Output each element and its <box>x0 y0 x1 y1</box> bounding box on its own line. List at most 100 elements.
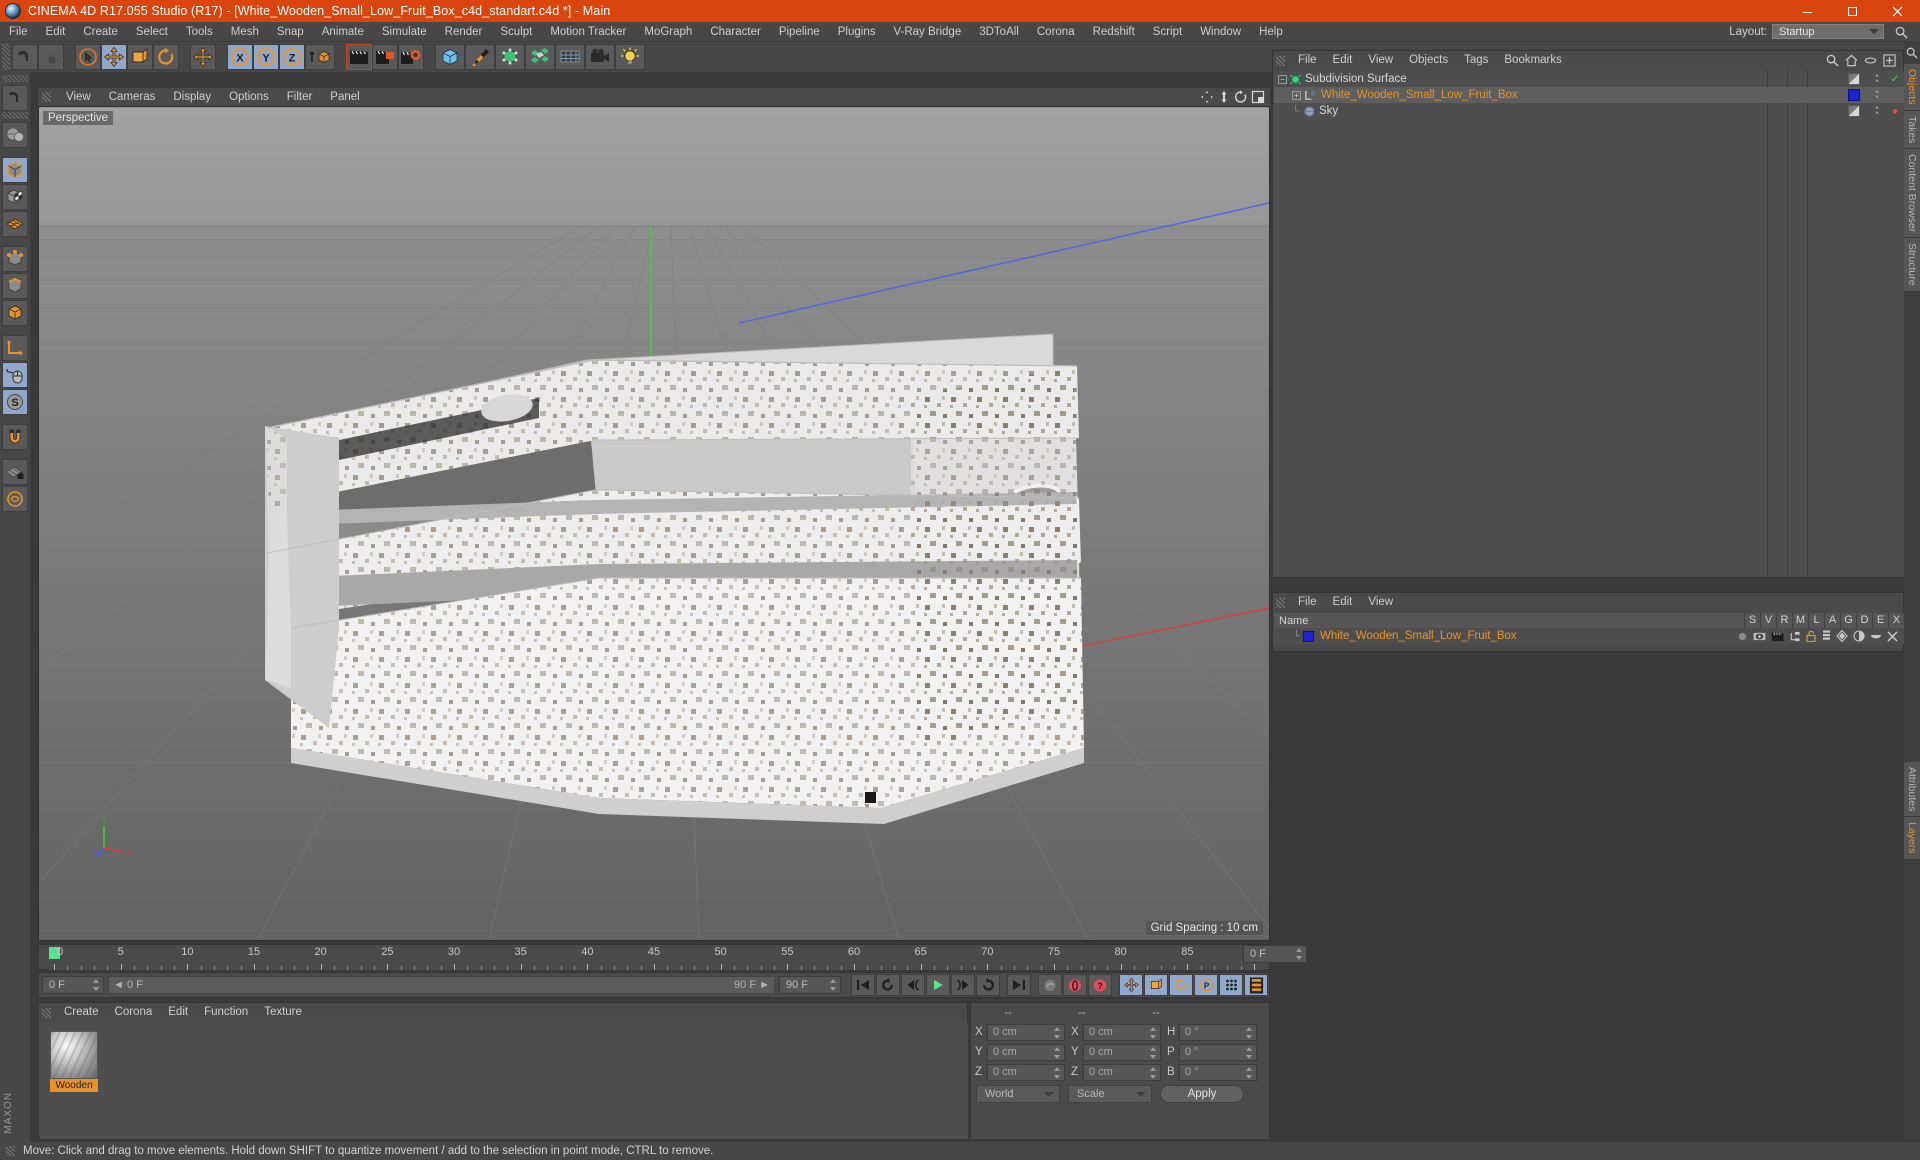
world-coordinates-button[interactable] <box>190 44 216 70</box>
live-selection-tool[interactable] <box>75 44 101 70</box>
viewport-menu-grip[interactable] <box>42 92 51 102</box>
menu-item-select[interactable]: Select <box>127 22 177 42</box>
spinner-icon[interactable] <box>1150 1067 1157 1079</box>
home-icon[interactable] <box>1845 54 1858 67</box>
spinner-icon[interactable] <box>1054 1047 1061 1059</box>
parameter-key-button[interactable]: P <box>1194 974 1218 996</box>
go-to-start-button[interactable] <box>851 974 875 996</box>
position-z-field[interactable]: 0 cm <box>987 1064 1065 1081</box>
add-deformer-button[interactable] <box>525 44 555 70</box>
play-backwards-button[interactable] <box>876 974 900 996</box>
side-tab-content-browser[interactable]: Content Browser <box>1904 149 1920 238</box>
left-toolbar-grip-2[interactable] <box>2 112 28 119</box>
add-environment-button[interactable] <box>555 44 585 70</box>
menu-item-file[interactable]: File <box>0 22 37 42</box>
viewport-menu-cameras[interactable]: Cameras <box>100 88 165 107</box>
snap-settings-button[interactable]: S <box>2 389 28 415</box>
menu-item-mesh[interactable]: Mesh <box>222 22 268 42</box>
viewport-menu-display[interactable]: Display <box>164 88 220 107</box>
shade-icon[interactable] <box>1853 630 1865 642</box>
menu-item-animate[interactable]: Animate <box>313 22 373 42</box>
hierarchy-icon[interactable] <box>1789 631 1801 642</box>
mat-menu-edit[interactable]: Edit <box>160 1003 196 1022</box>
power-slider[interactable]: ◄ 0 F 90 F ► <box>108 976 775 994</box>
object-manager-tree[interactable]: −Subdivision Surface••✓+0White_Wooden_Sm… <box>1274 71 1904 576</box>
object-manager-grip[interactable] <box>1276 56 1285 66</box>
layout-selector[interactable]: Layout: Startup <box>1729 24 1884 39</box>
lock-workplane-button[interactable] <box>2 459 28 485</box>
lock-open-icon[interactable] <box>1806 630 1817 642</box>
column-x[interactable]: X <box>1888 613 1904 628</box>
next-frame-button[interactable] <box>951 974 975 996</box>
spinner-icon[interactable] <box>1246 1067 1253 1079</box>
attr-menu-view[interactable]: View <box>1360 593 1401 612</box>
position-key-button[interactable] <box>1119 974 1143 996</box>
attribute-panel-row[interactable]: └ White_Wooden_Small_Low_Fruit_Box <box>1274 628 1904 644</box>
attribute-panel-grip[interactable] <box>1276 598 1285 608</box>
menu-item-plugins[interactable]: Plugins <box>829 22 885 42</box>
redo-button[interactable] <box>38 44 64 70</box>
side-tab-layers[interactable]: Layers <box>1904 817 1920 860</box>
frame-field[interactable]: 0 F <box>42 976 104 994</box>
material-manager-body[interactable]: Wooden <box>40 1023 968 1139</box>
menu-item-window[interactable]: Window <box>1191 22 1250 42</box>
autokeying-button[interactable] <box>1063 974 1087 996</box>
viewport-menu-options[interactable]: Options <box>220 88 278 107</box>
texture-mode-button[interactable] <box>2 184 28 210</box>
dot-icon[interactable] <box>1737 631 1748 642</box>
mat-menu-texture[interactable]: Texture <box>256 1003 310 1022</box>
menu-item-3dtoall[interactable]: 3DToAll <box>970 22 1028 42</box>
side-tab-takes[interactable]: Takes <box>1904 111 1920 149</box>
previous-frame-button[interactable] <box>901 974 925 996</box>
polygon-mode-button[interactable] <box>2 211 28 237</box>
viewport-menu-panel[interactable]: Panel <box>321 88 368 107</box>
timeline-view-button[interactable] <box>1244 974 1268 996</box>
play-loop-button[interactable] <box>976 974 1000 996</box>
spinner-icon[interactable] <box>93 979 100 991</box>
spinner-icon[interactable] <box>1054 1027 1061 1039</box>
model-mode-button[interactable] <box>2 157 28 183</box>
record-active-objects-button[interactable] <box>1038 974 1062 996</box>
visibility-state-icon[interactable]: ✓ <box>1886 74 1904 85</box>
end-frame-field[interactable]: 90 F <box>779 976 841 994</box>
add-spline-button[interactable] <box>465 44 495 70</box>
object-tag-swatch[interactable] <box>1848 73 1860 85</box>
minimize-button[interactable] <box>1785 0 1830 22</box>
menu-item-help[interactable]: Help <box>1250 22 1292 42</box>
render-settings-button[interactable] <box>398 44 424 70</box>
visibility-dots-icon[interactable]: •• <box>1868 74 1886 84</box>
column-m[interactable]: M <box>1792 613 1808 628</box>
add-light-button[interactable] <box>615 44 645 70</box>
maximize-button[interactable] <box>1830 0 1875 22</box>
viewport-canvas[interactable]: Y X Z <box>39 108 1269 940</box>
column-l[interactable]: L <box>1808 613 1824 628</box>
rotate-tool[interactable] <box>153 44 179 70</box>
layers-icon[interactable] <box>1822 630 1831 642</box>
pan-view-icon[interactable] <box>1200 90 1214 104</box>
column-g[interactable]: G <box>1840 613 1856 628</box>
visibility-state-icon[interactable]: ● <box>1886 106 1904 117</box>
object-row-1[interactable]: +0White_Wooden_Small_Low_Fruit_Box•• <box>1274 87 1904 103</box>
menu-item-corona[interactable]: Corona <box>1028 22 1084 42</box>
render-to-picture-viewer[interactable] <box>372 44 398 70</box>
lock-x-axis[interactable]: X <box>227 44 253 70</box>
search-icon[interactable] <box>1826 54 1839 67</box>
om-menu-tags[interactable]: Tags <box>1456 51 1496 70</box>
scale-tool[interactable] <box>127 44 153 70</box>
lock-y-axis[interactable]: Y <box>253 44 279 70</box>
material-manager-grip[interactable] <box>42 1008 51 1018</box>
spinner-icon[interactable] <box>1246 1047 1253 1059</box>
add-generator-button[interactable] <box>495 44 525 70</box>
position-y-field[interactable]: 0 cm <box>987 1044 1065 1061</box>
size-x-field[interactable]: 0 cm <box>1083 1024 1161 1041</box>
column-s[interactable]: S <box>1744 613 1760 628</box>
om-menu-bookmarks[interactable]: Bookmarks <box>1496 51 1570 70</box>
move-tool[interactable] <box>101 44 127 70</box>
spinner-icon[interactable] <box>1054 1067 1061 1079</box>
add-camera-button[interactable] <box>585 44 615 70</box>
keyframe-selection-button[interactable]: ? <box>1088 974 1112 996</box>
point-level-animation-button[interactable] <box>1219 974 1243 996</box>
axis-modify-button[interactable] <box>2 335 28 361</box>
layout-dropdown[interactable]: Startup <box>1772 24 1884 39</box>
viewport-solo-button[interactable] <box>2 362 28 388</box>
